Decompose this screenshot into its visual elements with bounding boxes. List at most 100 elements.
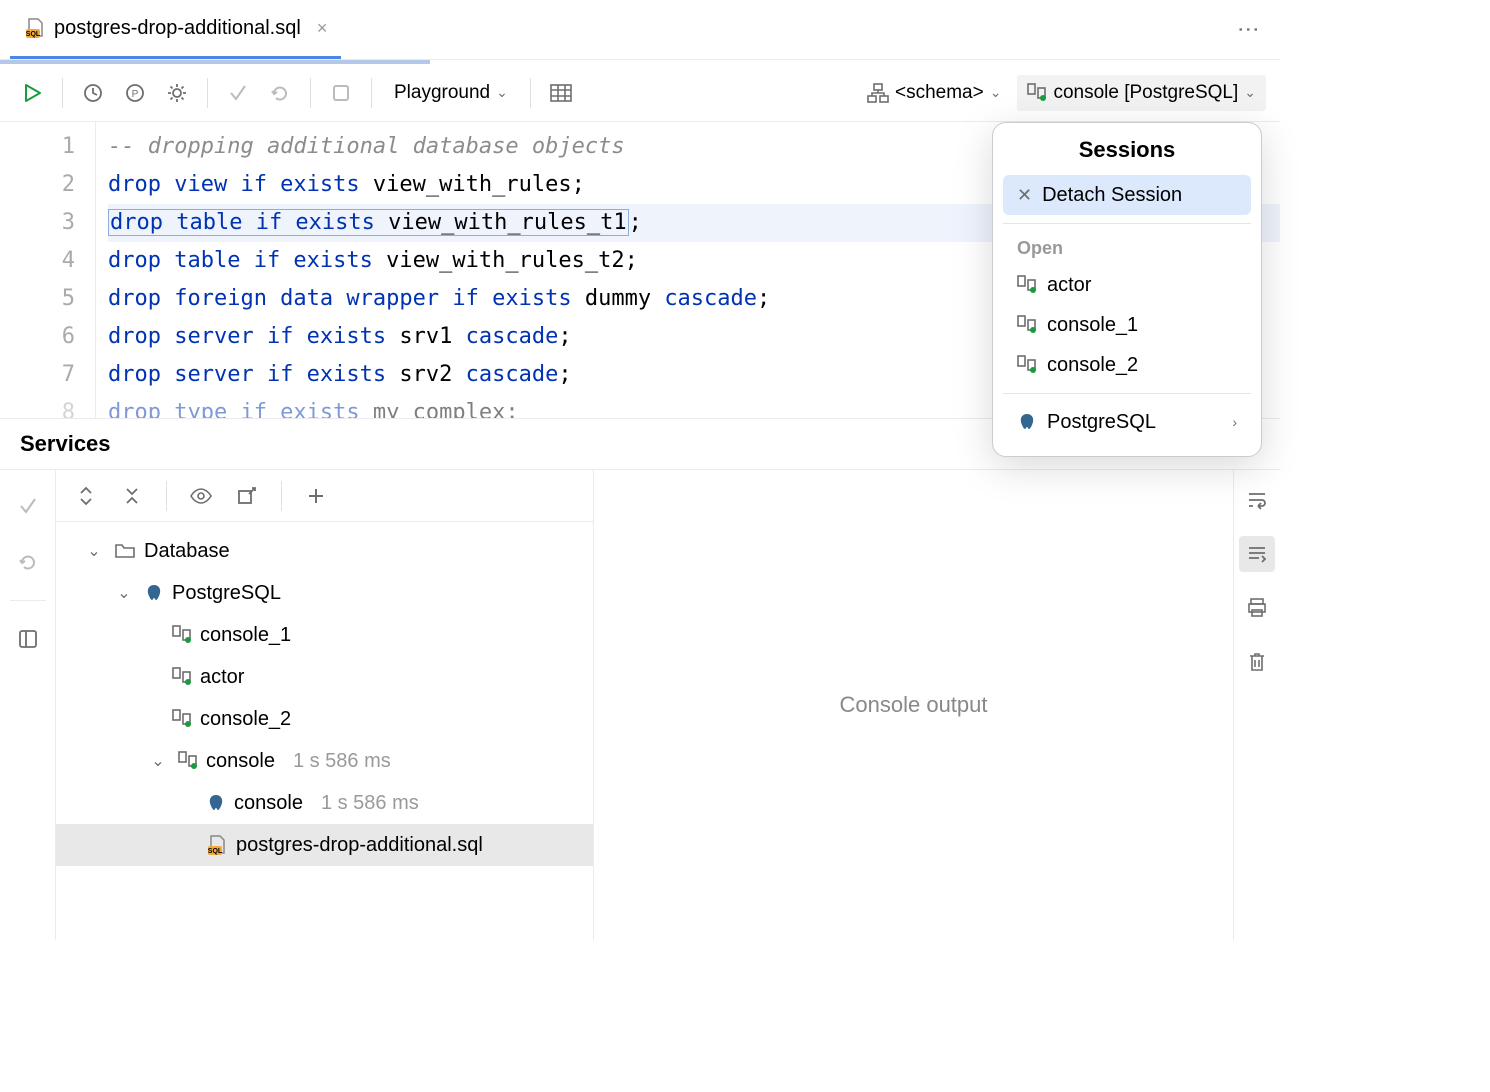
tree-label: actor — [200, 666, 244, 689]
editor-tab-bar: SQL postgres-drop-additional.sql × ⋮ — [0, 0, 1280, 60]
console-icon — [172, 667, 192, 687]
schema-dropdown[interactable]: <schema> ⌄ — [857, 75, 1011, 111]
popup-title: Sessions — [993, 137, 1261, 163]
session-label: actor — [1047, 274, 1091, 297]
line-gutter: 1 2 3 4 5 6 7 8 — [0, 122, 96, 418]
tree-time: 1 s 586 ms — [321, 792, 419, 815]
sql-file-icon: SQL — [206, 834, 228, 856]
services-left-toolbar — [0, 470, 56, 940]
sql-file-icon: SQL — [24, 17, 46, 39]
console-icon — [172, 709, 192, 729]
tree-database-root[interactable]: ⌄ Database — [56, 530, 593, 572]
explain-plan-icon[interactable]: P — [117, 75, 153, 111]
print-icon[interactable] — [1239, 590, 1275, 626]
chevron-down-icon: ⌄ — [990, 84, 1002, 101]
expand-up-down-icon[interactable] — [68, 478, 104, 514]
soft-wrap-icon[interactable] — [1239, 482, 1275, 518]
tree-label: console — [234, 792, 303, 815]
detach-session-item[interactable]: ✕ Detach Session — [1003, 175, 1251, 215]
tree-console-inner[interactable]: console 1 s 586 ms — [56, 782, 593, 824]
services-title: Services — [20, 431, 111, 457]
toolbar-separator — [371, 78, 372, 108]
trash-icon[interactable] — [1239, 644, 1275, 680]
stop-icon[interactable] — [323, 75, 359, 111]
tree-content: ⌄ Database ⌄ PostgreSQL console_1 actor — [56, 522, 593, 940]
tree-label: PostgreSQL — [172, 582, 281, 605]
datasource-label: PostgreSQL — [1047, 411, 1156, 434]
session-item-console2[interactable]: console_2 — [1003, 345, 1251, 385]
console-icon — [172, 625, 192, 645]
datasource-item[interactable]: PostgreSQL › — [1003, 402, 1251, 442]
services-tree-panel: ⌄ Database ⌄ PostgreSQL console_1 actor — [56, 470, 594, 940]
line-number: 6 — [0, 318, 75, 356]
session-label: console_2 — [1047, 354, 1138, 377]
sessions-popup: Sessions ✕ Detach Session Open actor con… — [992, 122, 1262, 457]
tree-time: 1 s 586 ms — [293, 750, 391, 773]
commit-icon[interactable] — [220, 75, 256, 111]
code-comment: -- dropping additional database objects — [108, 134, 625, 159]
tree-console-run[interactable]: ⌄ console 1 s 586 ms — [56, 740, 593, 782]
line-number: 8 — [0, 394, 75, 418]
chevron-down-icon: ⌄ — [82, 541, 106, 561]
history-icon[interactable] — [75, 75, 111, 111]
open-section-label: Open — [993, 232, 1261, 265]
chevron-down-icon: ⌄ — [112, 583, 136, 603]
line-number: 1 — [0, 128, 75, 166]
tree-datasource[interactable]: ⌄ PostgreSQL — [56, 572, 593, 614]
tree-sql-file[interactable]: SQL postgres-drop-additional.sql — [56, 824, 593, 866]
popup-separator — [1003, 223, 1251, 224]
postgresql-icon — [1017, 412, 1037, 432]
separator — [10, 600, 46, 601]
separator — [281, 481, 282, 511]
tree-session-console1[interactable]: console_1 — [56, 614, 593, 656]
schema-icon — [867, 83, 889, 103]
session-dropdown[interactable]: console [PostgreSQL] ⌄ — [1017, 75, 1266, 111]
tree-label: Database — [144, 540, 230, 563]
console-icon — [1017, 315, 1037, 335]
tab-menu-icon[interactable]: ⋮ — [1236, 8, 1262, 51]
chevron-right-icon: › — [1232, 414, 1237, 430]
add-icon[interactable] — [298, 478, 334, 514]
chevron-down-icon: ⌄ — [146, 751, 170, 771]
open-new-icon[interactable] — [229, 478, 265, 514]
table-view-icon[interactable] — [543, 75, 579, 111]
detach-session-label: Detach Session — [1042, 184, 1182, 207]
line-number: 5 — [0, 280, 75, 318]
session-label: console [PostgreSQL] — [1053, 82, 1238, 104]
chevron-down-icon: ⌄ — [1244, 84, 1256, 101]
svg-text:SQL: SQL — [26, 31, 41, 38]
toolbar-separator — [207, 78, 208, 108]
run-icon[interactable] — [14, 75, 50, 111]
separator — [166, 481, 167, 511]
settings-icon[interactable] — [159, 75, 195, 111]
editor-tab[interactable]: SQL postgres-drop-additional.sql × — [10, 0, 341, 59]
svg-text:SQL: SQL — [208, 848, 223, 855]
apply-icon[interactable] — [10, 488, 46, 524]
line-number: 7 — [0, 356, 75, 394]
console-icon — [1017, 275, 1037, 295]
tree-label: postgres-drop-additional.sql — [236, 834, 483, 857]
console-output-placeholder: Console output — [840, 692, 988, 718]
line-number: 4 — [0, 242, 75, 280]
tree-label: console — [206, 750, 275, 773]
close-icon[interactable]: × — [317, 18, 328, 39]
scroll-to-end-icon[interactable] — [1239, 536, 1275, 572]
session-item-actor[interactable]: actor — [1003, 265, 1251, 305]
toolbar-separator — [530, 78, 531, 108]
tree-label: console_1 — [200, 624, 291, 647]
layout-icon[interactable] — [10, 621, 46, 657]
sql-toolbar: P Playground ⌄ <schema> ⌄ console [Postg… — [0, 64, 1280, 122]
rollback-icon[interactable] — [262, 75, 298, 111]
tree-session-actor[interactable]: actor — [56, 656, 593, 698]
popup-separator — [1003, 393, 1251, 394]
session-item-console1[interactable]: console_1 — [1003, 305, 1251, 345]
collapse-icon[interactable] — [114, 478, 150, 514]
show-hidden-icon[interactable] — [183, 478, 219, 514]
toolbar-separator — [62, 78, 63, 108]
revert-icon[interactable] — [10, 544, 46, 580]
tree-session-console2[interactable]: console_2 — [56, 698, 593, 740]
chevron-down-icon: ⌄ — [496, 84, 508, 101]
line-number: 2 — [0, 166, 75, 204]
playground-dropdown[interactable]: Playground ⌄ — [384, 75, 518, 111]
postgresql-icon — [144, 583, 164, 603]
